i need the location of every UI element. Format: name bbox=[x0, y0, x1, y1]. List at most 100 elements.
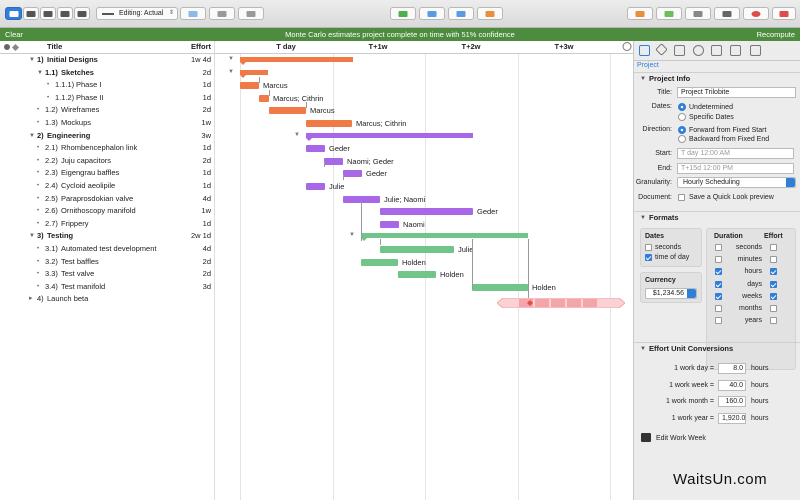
effort-unit-checkbox[interactable] bbox=[770, 268, 777, 276]
row-effort[interactable]: 1d bbox=[203, 167, 211, 179]
add-button[interactable] bbox=[656, 7, 682, 20]
disclosure-icon[interactable]: ▼ bbox=[29, 54, 35, 66]
row-title[interactable]: Eigengrau baffles bbox=[61, 167, 119, 179]
task-bar[interactable] bbox=[306, 183, 325, 190]
granularity-select[interactable]: Hourly Scheduling bbox=[677, 177, 796, 188]
duration-unit-checkbox[interactable] bbox=[715, 268, 722, 276]
effort-unit-checkbox[interactable] bbox=[770, 244, 777, 251]
outline-row[interactable]: • 1.2) Wireframes 2d bbox=[0, 104, 214, 116]
row-title[interactable]: Frippery bbox=[61, 218, 89, 230]
row-effort[interactable]: 2d bbox=[203, 104, 211, 116]
row-title[interactable]: Test manifold bbox=[61, 281, 105, 293]
start-field[interactable]: T day 12:00 AM bbox=[677, 148, 794, 159]
forward-radio[interactable] bbox=[678, 126, 686, 134]
row-title[interactable]: Cycloid aeolipile bbox=[61, 180, 115, 192]
conversion-field[interactable]: 1,920.0 bbox=[718, 412, 746, 424]
task-tab-icon[interactable] bbox=[674, 45, 685, 56]
outline-row[interactable]: • 2.7) Frippery 1d bbox=[0, 218, 214, 230]
collapse-icon[interactable]: ▼ bbox=[349, 232, 355, 238]
collapse-icon[interactable]: ▼ bbox=[228, 69, 234, 75]
inspector-toggle-button[interactable] bbox=[772, 7, 796, 20]
task-bar[interactable] bbox=[398, 271, 436, 279]
task-bar[interactable] bbox=[380, 208, 473, 216]
row-title[interactable]: Rhombencephalon link bbox=[61, 142, 137, 154]
assign-resources-button[interactable] bbox=[209, 7, 235, 20]
outline-row[interactable]: ▸ 4) Launch beta bbox=[0, 293, 214, 305]
seconds-date-checkbox[interactable] bbox=[645, 244, 652, 251]
task-bar[interactable] bbox=[324, 157, 343, 165]
row-title[interactable]: Paraprosdokian valve bbox=[61, 193, 133, 205]
edit-work-week-link[interactable]: Edit Work Week bbox=[656, 434, 706, 443]
row-effort[interactable]: 1w bbox=[201, 205, 211, 217]
disclosure-icon[interactable]: ▸ bbox=[29, 293, 33, 305]
outline-row[interactable]: ▼ 2) Engineering 3w bbox=[0, 130, 214, 142]
group-bar[interactable] bbox=[306, 132, 473, 141]
table-tab-icon[interactable] bbox=[730, 45, 741, 56]
outline-row[interactable]: • 2.2) Juju capacitors 2d bbox=[0, 155, 214, 167]
conversion-field[interactable]: 160.0 bbox=[718, 396, 746, 407]
editing-mode-select[interactable]: Editing: Actual ⇕ bbox=[96, 7, 178, 20]
row-title[interactable]: Engineering bbox=[47, 130, 90, 142]
connect-button[interactable] bbox=[448, 7, 474, 20]
quicklook-checkbox[interactable] bbox=[678, 194, 685, 201]
row-effort[interactable]: 1d bbox=[203, 142, 211, 154]
row-title[interactable]: Juju capacitors bbox=[61, 155, 111, 167]
row-title[interactable]: Ornithoscopy manifold bbox=[61, 205, 136, 217]
outline-row[interactable]: • 2.3) Eigengrau baffles 1d bbox=[0, 167, 214, 179]
outline-row[interactable]: • 3.3) Test valve 2d bbox=[0, 268, 214, 280]
task-bar[interactable] bbox=[380, 220, 399, 228]
group-bar[interactable] bbox=[240, 57, 353, 65]
task-bar[interactable] bbox=[306, 120, 352, 127]
calendar-grid-button[interactable] bbox=[627, 7, 653, 20]
row-effort[interactable]: 1d bbox=[203, 92, 211, 104]
disclosure-icon[interactable]: ▼ bbox=[29, 230, 35, 242]
conversions-header[interactable]: ▼ Effort Unit Conversions bbox=[634, 342, 800, 355]
outline-row[interactable]: • 1.1.2) Phase II 1d bbox=[0, 92, 214, 104]
conversion-field[interactable]: 40.0 bbox=[718, 379, 746, 391]
row-title[interactable]: Mockups bbox=[61, 117, 91, 129]
document-tab-icon[interactable] bbox=[750, 45, 761, 56]
title-column-header[interactable]: Title bbox=[47, 41, 62, 53]
inspector-tracking-button[interactable] bbox=[238, 7, 264, 20]
task-bar[interactable] bbox=[380, 246, 454, 253]
disclosure-icon[interactable]: ▼ bbox=[29, 130, 35, 142]
row-effort[interactable]: 1w bbox=[201, 117, 211, 129]
view-outline-button[interactable] bbox=[5, 7, 22, 20]
duration-unit-checkbox[interactable] bbox=[715, 280, 722, 288]
row-title[interactable]: Automated test development bbox=[61, 243, 156, 255]
outline-row[interactable]: ▼ 1.1) Sketches 2d bbox=[0, 67, 214, 79]
milestone-tab-icon[interactable] bbox=[655, 43, 668, 56]
project-title-field[interactable]: Project Trilobite bbox=[677, 87, 796, 98]
row-effort[interactable]: 2w 1d bbox=[191, 230, 211, 242]
outline-row[interactable]: • 2.4) Cycloid aeolipile 1d bbox=[0, 180, 214, 192]
task-bar[interactable] bbox=[361, 258, 398, 266]
row-effort[interactable]: 4d bbox=[203, 243, 211, 255]
outline-row[interactable]: • 2.6) Ornithoscopy manifold 1w bbox=[0, 205, 214, 217]
row-effort[interactable]: 2d bbox=[203, 256, 211, 268]
row-effort[interactable]: 1d bbox=[203, 218, 211, 230]
task-bar[interactable] bbox=[306, 145, 325, 153]
duration-unit-checkbox[interactable] bbox=[715, 256, 722, 264]
project-info-header[interactable]: ▼ Project Info bbox=[634, 72, 800, 85]
group-bar[interactable] bbox=[361, 233, 528, 242]
task-bar[interactable] bbox=[259, 94, 269, 102]
recompute-link[interactable]: Recompute bbox=[757, 28, 795, 41]
duration-unit-checkbox[interactable] bbox=[715, 292, 722, 300]
group-bar[interactable] bbox=[240, 69, 268, 78]
specific-dates-radio[interactable] bbox=[678, 113, 686, 121]
effort-unit-checkbox[interactable] bbox=[770, 317, 777, 325]
row-title[interactable]: Phase II bbox=[76, 92, 104, 104]
row-title[interactable]: Launch beta bbox=[47, 293, 88, 305]
row-effort[interactable]: 2d bbox=[203, 155, 211, 167]
row-title[interactable]: Wireframes bbox=[61, 104, 99, 116]
task-bar[interactable] bbox=[269, 107, 306, 115]
duration-unit-checkbox[interactable] bbox=[715, 317, 722, 325]
outline-row[interactable]: ▼ 1) Initial Designs 1w 4d bbox=[0, 54, 214, 66]
row-effort[interactable]: 4d bbox=[203, 193, 211, 205]
row-title[interactable]: Sketches bbox=[61, 67, 94, 79]
fonts-button[interactable] bbox=[714, 7, 740, 20]
row-title[interactable]: Testing bbox=[47, 230, 73, 242]
row-effort[interactable]: 3w bbox=[201, 130, 211, 142]
outline-row[interactable]: • 1.1.1) Phase I 1d bbox=[0, 79, 214, 91]
row-effort[interactable]: 1w 4d bbox=[191, 54, 211, 66]
